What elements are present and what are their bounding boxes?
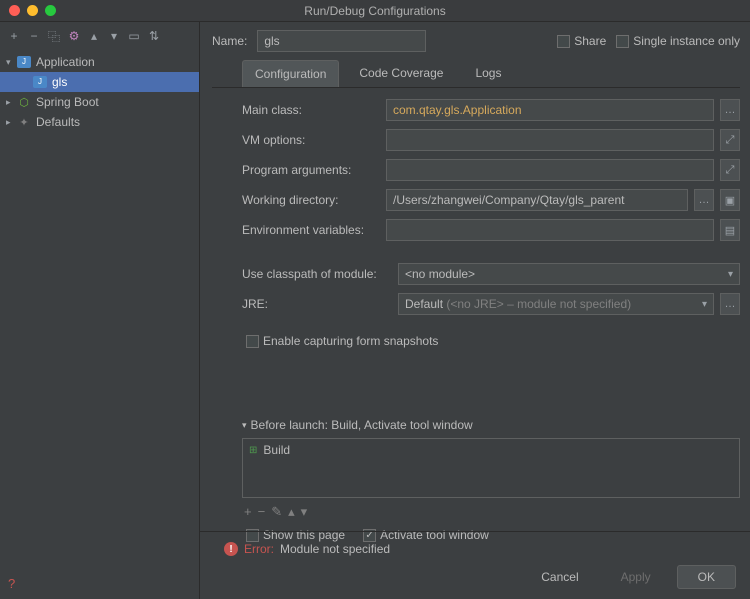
tree-label: Defaults <box>32 115 80 129</box>
right-panel: Name: Share Single instance only Configu… <box>200 22 750 599</box>
move-down-icon[interactable]: ▾ <box>107 29 121 43</box>
cancel-button[interactable]: Cancel <box>525 565 594 589</box>
footer: ! Error: Module not specified Cancel App… <box>200 531 750 599</box>
tabs: Configuration Code Coverage Logs <box>212 60 740 88</box>
list-item[interactable]: ⊞ Build <box>243 439 739 461</box>
working-dir-label: Working directory: <box>242 193 380 207</box>
error-icon: ! <box>224 542 238 556</box>
copy-config-icon[interactable]: ⿻ <box>47 29 61 43</box>
help-icon[interactable]: ? <box>8 576 15 591</box>
tree-label: Application <box>32 55 95 69</box>
titlebar: Run/Debug Configurations <box>0 0 750 22</box>
ok-button[interactable]: OK <box>677 565 736 589</box>
config-toolbar: + − ⿻ ⚙ ▴ ▾ ▭ ⇅ <box>0 22 199 50</box>
tab-logs[interactable]: Logs <box>463 60 513 87</box>
tree-node-defaults[interactable]: ▸ ✦ Defaults <box>0 112 199 132</box>
move-up-icon[interactable]: ▴ <box>87 29 101 43</box>
settings-icon[interactable]: ⚙ <box>67 29 81 43</box>
browse-main-class-button[interactable]: … <box>720 99 740 121</box>
application-icon: J <box>32 74 48 90</box>
tree-label: gls <box>48 75 67 89</box>
gear-icon: ✦ <box>16 114 32 130</box>
remove-config-icon[interactable]: − <box>27 29 41 43</box>
spring-icon: ⬡ <box>16 94 32 110</box>
single-instance-checkbox[interactable]: Single instance only <box>616 34 740 48</box>
jre-label: JRE: <box>242 297 392 311</box>
main-class-label: Main class: <box>242 103 380 117</box>
wd-folder-button[interactable]: ▣ <box>720 189 740 211</box>
tree-node-application[interactable]: ▾ J Application <box>0 52 199 72</box>
tab-code-coverage[interactable]: Code Coverage <box>347 60 455 87</box>
tree-node-spring-boot[interactable]: ▸ ⬡ Spring Boot <box>0 92 199 112</box>
expand-args-button[interactable]: ⤢ <box>720 159 740 181</box>
jre-select[interactable]: Default (<no JRE> – module not specified… <box>398 293 714 315</box>
sort-icon[interactable]: ⇅ <box>147 29 161 43</box>
tab-configuration[interactable]: Configuration <box>242 60 339 87</box>
move-down-icon[interactable]: ▾ <box>301 504 308 520</box>
chevron-right-icon: ▸ <box>6 97 16 108</box>
move-up-icon[interactable]: ▴ <box>288 504 295 520</box>
working-dir-input[interactable] <box>386 189 688 211</box>
snapshots-checkbox[interactable]: Enable capturing form snapshots <box>246 334 740 348</box>
browse-wd-button[interactable]: … <box>694 189 714 211</box>
window-title: Run/Debug Configurations <box>0 4 750 18</box>
before-launch-section: ▾ Before launch: Build, Activate tool win… <box>242 410 740 542</box>
chevron-down-icon: ▾ <box>6 57 16 68</box>
tree-node-gls[interactable]: J gls <box>0 72 199 92</box>
before-launch-list[interactable]: ⊞ Build <box>242 438 740 498</box>
classpath-module-select[interactable]: <no module> <box>398 263 740 285</box>
share-checkbox[interactable]: Share <box>557 34 606 48</box>
classpath-label: Use classpath of module: <box>242 267 392 281</box>
jre-browse-button[interactable]: … <box>720 293 740 315</box>
env-edit-button[interactable]: ▤ <box>720 219 740 241</box>
tree-label: Spring Boot <box>32 95 99 109</box>
env-vars-input[interactable] <box>386 219 714 241</box>
error-message: ! Error: Module not specified <box>200 532 750 556</box>
name-label: Name: <box>212 34 247 48</box>
name-input[interactable] <box>257 30 426 52</box>
apply-button[interactable]: Apply <box>605 565 667 589</box>
vm-options-label: VM options: <box>242 133 380 147</box>
env-vars-label: Environment variables: <box>242 223 380 237</box>
program-args-label: Program arguments: <box>242 163 380 177</box>
main-class-input[interactable] <box>386 99 714 121</box>
chevron-right-icon: ▸ <box>6 117 16 128</box>
before-launch-header: Before launch: Build, Activate tool wind… <box>251 418 473 432</box>
add-task-icon[interactable]: + <box>244 504 252 520</box>
folder-icon[interactable]: ▭ <box>127 29 141 43</box>
add-config-icon[interactable]: + <box>7 29 21 43</box>
left-panel: + − ⿻ ⚙ ▴ ▾ ▭ ⇅ ▾ J Application J gls ▸ … <box>0 22 200 599</box>
chevron-down-icon[interactable]: ▾ <box>242 420 247 431</box>
vm-options-input[interactable] <box>386 129 714 151</box>
expand-vm-button[interactable]: ⤢ <box>720 129 740 151</box>
config-tree: ▾ J Application J gls ▸ ⬡ Spring Boot ▸ … <box>0 50 199 599</box>
remove-task-icon[interactable]: − <box>258 504 266 520</box>
application-icon: J <box>16 54 32 70</box>
build-icon: ⊞ <box>249 445 257 456</box>
program-args-input[interactable] <box>386 159 714 181</box>
edit-task-icon[interactable]: ✎ <box>271 504 282 520</box>
